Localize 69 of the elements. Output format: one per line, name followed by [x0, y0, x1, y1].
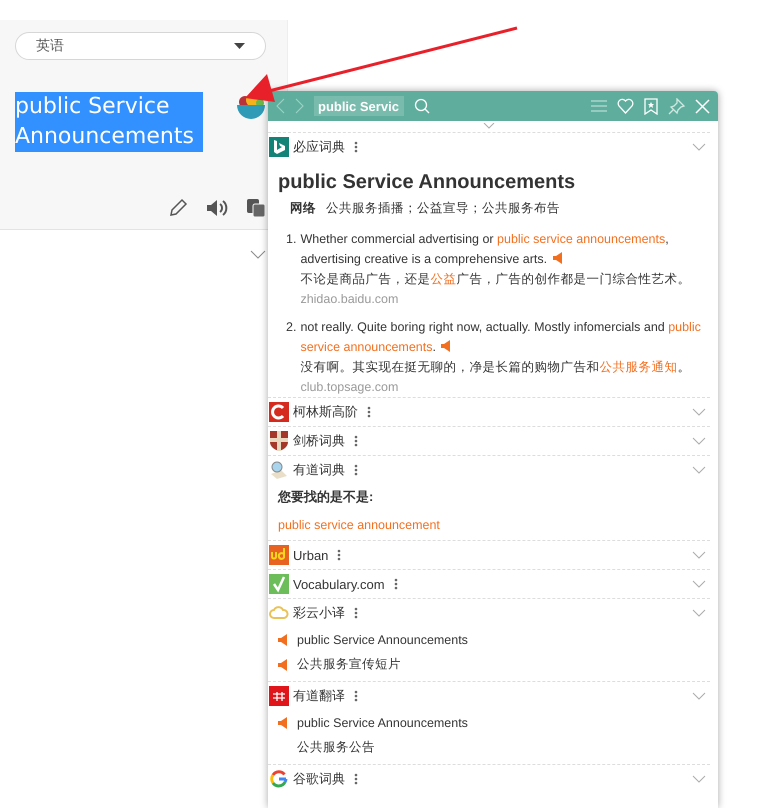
heart-icon[interactable] [617, 98, 634, 114]
chevron-down-icon[interactable] [692, 775, 706, 783]
source-text: public Service Announcements [15, 92, 203, 152]
close-icon[interactable] [695, 98, 710, 114]
example-translation: 没有啊。其实现在挺无聊的，净是长篇的购物广告和公共服务通知。 [300, 359, 692, 376]
more-icon[interactable] [354, 464, 358, 476]
forward-icon[interactable] [295, 98, 304, 114]
more-icon[interactable] [354, 607, 358, 619]
example-number: 1. [286, 231, 296, 248]
sense-text: 公共服务插播；公益宣导；公共服务布告 [326, 200, 560, 217]
chevron-down-icon[interactable] [692, 408, 706, 416]
urban-logo-icon [269, 545, 289, 565]
speaker-icon[interactable] [441, 340, 450, 352]
translation-text: public Service Announcements [297, 632, 468, 646]
chevron-down-icon[interactable] [692, 551, 706, 559]
dictionary-name[interactable]: Urban [293, 548, 328, 562]
copy-icon[interactable] [246, 198, 266, 218]
example-sentence: not really. Quite boring right now, actually. Mostly infomercials and public service announcements. [300, 319, 702, 356]
chevron-down-icon[interactable] [692, 466, 706, 474]
more-icon[interactable] [354, 435, 358, 447]
menu-icon[interactable] [591, 99, 607, 113]
dictionary-name[interactable]: 剑桥词典 [293, 432, 345, 450]
translation-text: 公共服务公告 [297, 739, 375, 756]
chevron-down-icon[interactable] [692, 143, 706, 151]
pencil-icon[interactable] [168, 198, 188, 218]
speaker-icon[interactable] [278, 716, 287, 728]
more-icon[interactable] [394, 578, 398, 590]
sense-label: 网络 [290, 200, 316, 217]
cloud-icon [269, 605, 289, 621]
chevron-down-icon[interactable] [692, 692, 706, 700]
example-number: 2. [286, 319, 296, 336]
speaker-icon[interactable] [278, 634, 287, 646]
more-icon[interactable] [354, 141, 358, 153]
example-source: zhidao.baidu.com [300, 291, 400, 308]
dictionary-name[interactable]: 有道词典 [293, 461, 345, 479]
back-icon[interactable] [276, 98, 285, 114]
more-icon[interactable] [354, 773, 358, 785]
translation-text: public Service Announcements [297, 716, 468, 730]
search-icon[interactable] [414, 98, 430, 114]
headword: public Service Announcements [278, 171, 576, 194]
chevron-down-icon[interactable] [692, 609, 706, 617]
chevron-down-icon[interactable] [483, 123, 495, 129]
caret-icon [234, 43, 245, 49]
example-translation: 不论是商品广告，还是公益广告，广告的创作都是一门综合性艺术。 [300, 271, 692, 288]
chevron-down-icon[interactable] [692, 437, 706, 445]
dictionary-name[interactable]: 柯林斯高阶 [293, 403, 358, 421]
dictionary-name[interactable]: 必应词典 [293, 138, 345, 156]
chevron-down-icon[interactable] [250, 250, 266, 259]
chevron-down-icon[interactable] [692, 580, 706, 588]
example-sentence: Whether commercial advertising or public service announcements, advertising creative is a comprehensive arts. [300, 231, 670, 268]
dictionary-name[interactable]: 有道翻译 [293, 687, 345, 705]
suggestion-prompt: 您要找的是不是: [278, 488, 374, 506]
g-logo-icon [270, 770, 288, 788]
translation-text: 公共服务宣传短片 [297, 656, 401, 673]
more-icon[interactable] [354, 690, 358, 702]
more-icon[interactable] [367, 406, 371, 418]
pin-icon[interactable] [668, 98, 685, 114]
speaker-icon[interactable] [278, 658, 287, 670]
language-select[interactable]: 英语 [15, 32, 266, 60]
shield-icon [270, 431, 288, 451]
example-source: club.topsage.com [300, 379, 400, 396]
speaker-icon[interactable] [552, 252, 562, 264]
dictionary-name[interactable]: 谷歌词典 [293, 770, 345, 788]
bookmark-icon[interactable] [644, 98, 658, 114]
more-icon[interactable] [337, 549, 342, 561]
speaker-icon[interactable] [206, 198, 228, 218]
dictionary-name[interactable]: Vocabulary.com [293, 576, 385, 592]
dictionary-name[interactable]: 彩云小译 [293, 604, 345, 622]
magnifier-book-icon [269, 460, 289, 480]
